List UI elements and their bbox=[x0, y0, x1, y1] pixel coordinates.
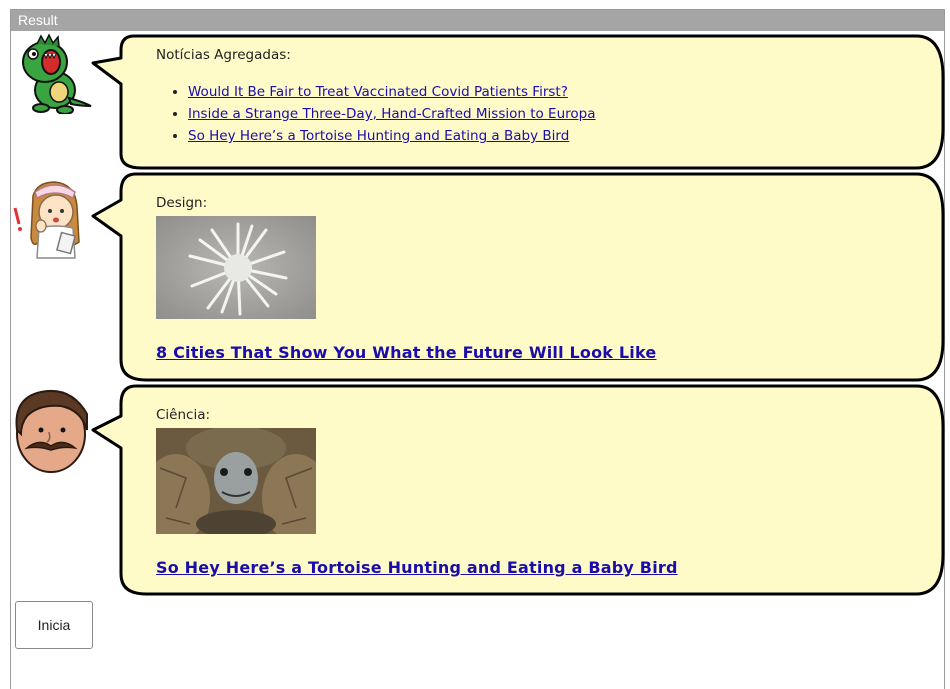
ciencia-article-link[interactable]: So Hey Here’s a Tortoise Hunting and Eat… bbox=[156, 558, 678, 577]
list-item: Would It Be Fair to Treat Vaccinated Cov… bbox=[188, 81, 926, 103]
section-label-design: Design: bbox=[156, 195, 208, 211]
design-content: Design: 8 Cities That Show You What the … bbox=[156, 194, 926, 362]
news-aggregate-row: Notícias Agregadas: Would It Be Fair to … bbox=[11, 32, 946, 172]
list-item: Inside a Strange Three-Day, Hand-Crafted… bbox=[188, 103, 926, 125]
news-aggregate-content: Notícias Agregadas: Would It Be Fair to … bbox=[156, 46, 926, 147]
news-link[interactable]: So Hey Here’s a Tortoise Hunting and Eat… bbox=[188, 128, 569, 144]
news-link[interactable]: Would It Be Fair to Treat Vaccinated Cov… bbox=[188, 84, 568, 100]
result-title-bar: Result bbox=[11, 10, 944, 31]
result-panel: Result Notícias Agregadas: Would It Be F… bbox=[10, 9, 945, 689]
ciencia-row: Ciência: So Hey Here’s a Tortoise Huntin… bbox=[11, 382, 946, 596]
news-link[interactable]: Inside a Strange Three-Day, Hand-Crafted… bbox=[188, 106, 596, 122]
section-label-noticias: Notícias Agregadas: bbox=[156, 47, 291, 63]
section-label-ciencia: Ciência: bbox=[156, 407, 211, 423]
mustache-man-avatar bbox=[15, 390, 88, 473]
design-article-link[interactable]: 8 Cities That Show You What the Future W… bbox=[156, 343, 656, 362]
inicia-button-label: Inicia bbox=[37, 617, 71, 633]
list-item: So Hey Here’s a Tortoise Hunting and Eat… bbox=[188, 125, 926, 147]
green-dinosaur-avatar bbox=[22, 33, 92, 114]
tortoise-closeup-image bbox=[156, 428, 316, 534]
ciencia-content: Ciência: So Hey Here’s a Tortoise Huntin… bbox=[156, 406, 926, 577]
nurse-avatar bbox=[13, 181, 80, 259]
result-title: Result bbox=[18, 12, 58, 28]
inicia-button[interactable]: Inicia bbox=[15, 601, 93, 649]
white-spiky-sculpture-image bbox=[156, 216, 316, 319]
news-list: Would It Be Fair to Treat Vaccinated Cov… bbox=[156, 81, 926, 147]
design-row: Design: 8 Cities That Show You What the … bbox=[11, 170, 946, 382]
